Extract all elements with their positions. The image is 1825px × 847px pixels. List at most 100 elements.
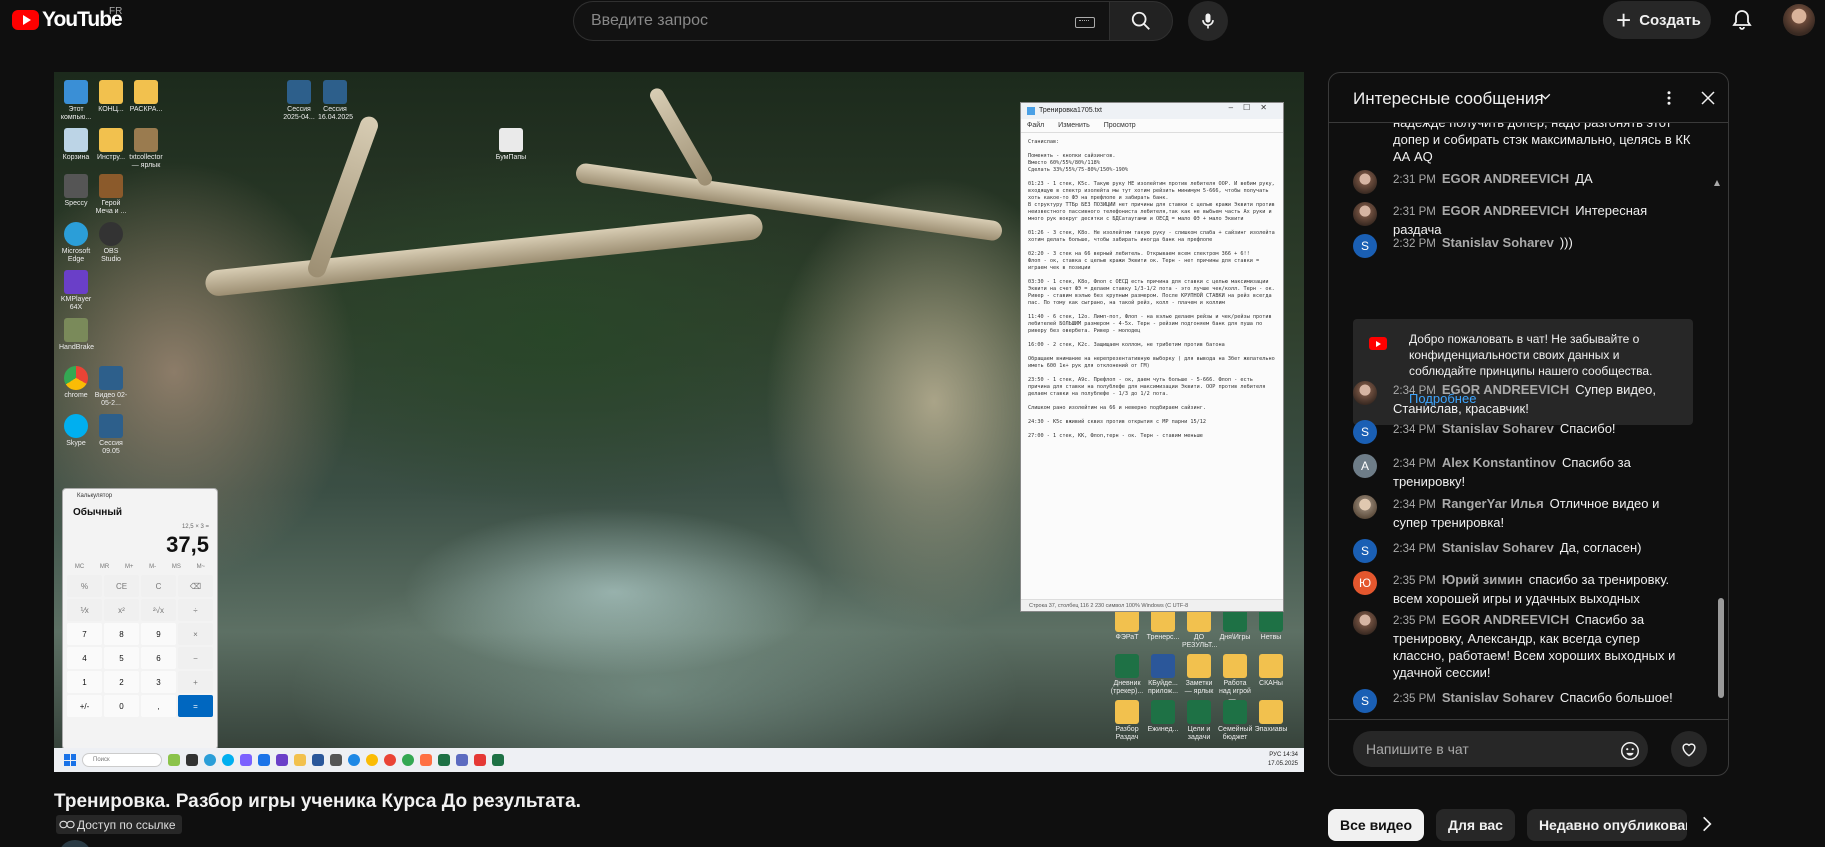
chip-for-you[interactable]: Для вас — [1436, 809, 1515, 841]
memory-key[interactable]: M~ — [197, 564, 206, 570]
desktop-icon[interactable]: Ежинед... — [1146, 700, 1180, 734]
emoji-icon[interactable] — [1619, 740, 1641, 762]
message-author[interactable]: Stanislav Soharev — [1442, 235, 1554, 250]
taskbar-app-icon[interactable] — [402, 754, 414, 766]
heart-button[interactable] — [1671, 731, 1707, 767]
calculator-key[interactable]: , — [141, 695, 176, 717]
calculator-key[interactable]: 6 — [141, 647, 176, 669]
message-author[interactable]: Stanislav Soharev — [1442, 540, 1554, 555]
calculator-key[interactable]: ²√x — [141, 599, 176, 621]
chevron-down-icon[interactable] — [1539, 90, 1552, 103]
calculator-key[interactable]: 1 — [67, 671, 102, 693]
calculator-equals-key[interactable]: = — [178, 695, 213, 717]
calculator-key[interactable]: ⌫ — [178, 575, 213, 597]
desktop-icon[interactable]: Skype — [59, 414, 93, 448]
channel-avatar[interactable] — [58, 840, 92, 847]
desktop-icon[interactable]: Корзина — [59, 128, 93, 162]
desktop-icon[interactable]: Сессия 2025-04... — [282, 80, 316, 122]
desktop-icon[interactable]: Заметки — ярлык — [1182, 654, 1216, 696]
taskbar-app-icon[interactable] — [420, 754, 432, 766]
menu-view[interactable]: Просмотр — [1104, 122, 1136, 129]
calculator-key[interactable]: 7 — [67, 623, 102, 645]
calculator-key[interactable]: 5 — [104, 647, 139, 669]
calculator-key[interactable]: 0 — [104, 695, 139, 717]
message-author[interactable]: Юрий зимин — [1442, 572, 1523, 587]
youtube-logo[interactable]: YouTube — [12, 8, 123, 32]
taskbar-lang[interactable]: РУС — [1269, 752, 1281, 758]
keyboard-icon[interactable] — [1075, 17, 1095, 28]
desktop-icon[interactable]: KMPlayer 64X — [59, 270, 93, 312]
avatar[interactable]: S — [1353, 420, 1377, 444]
desktop-icon[interactable]: БумПапы — [494, 128, 528, 162]
windows-start-icon[interactable] — [64, 754, 76, 766]
desktop-icon[interactable]: Эпахиавы — [1254, 700, 1288, 734]
taskbar-clock[interactable]: РУС 14:34 17.05.2025 — [1268, 751, 1298, 769]
desktop-icon[interactable]: СКАНы — [1254, 654, 1288, 688]
taskbar-app-icon[interactable] — [330, 754, 342, 766]
desktop-icon[interactable]: Герой Меча и ... — [94, 174, 128, 216]
memory-key[interactable]: M+ — [125, 564, 134, 570]
taskbar-app-icon[interactable] — [258, 754, 270, 766]
desktop-icon[interactable]: Microsoft Edge — [59, 222, 93, 264]
calculator-key[interactable]: − — [178, 647, 213, 669]
chip-recently-uploaded[interactable]: Недавно опубликованные — [1526, 809, 1687, 841]
search-input[interactable] — [591, 12, 1071, 30]
notepad-window[interactable]: Тренировка1705.txt –☐✕ Файл Изменить Про… — [1020, 102, 1284, 612]
message-author[interactable]: RangerYar Илья — [1442, 496, 1544, 511]
voice-search-button[interactable] — [1188, 1, 1228, 41]
message-author[interactable]: EGOR ANDREEVICH — [1442, 171, 1569, 186]
calculator-key[interactable]: 3 — [141, 671, 176, 693]
close-icon[interactable] — [1699, 89, 1717, 107]
calculator-key[interactable]: +/- — [67, 695, 102, 717]
taskbar-app-icon[interactable] — [474, 754, 486, 766]
chat-input[interactable] — [1366, 741, 1606, 757]
menu-edit[interactable]: Изменить — [1058, 122, 1090, 129]
taskbar-app-icon[interactable] — [222, 754, 234, 766]
desktop-icon[interactable]: Работа над игрой —... — [1218, 654, 1252, 704]
avatar[interactable] — [1353, 495, 1377, 519]
desktop-icon[interactable]: Дневник (трекер)... — [1110, 654, 1144, 696]
calculator-key[interactable]: x² — [104, 599, 139, 621]
calculator-key[interactable]: ⅟x — [67, 599, 102, 621]
taskbar-app-icon[interactable] — [366, 754, 378, 766]
desktop-icon[interactable]: Цели и задачи — [1182, 700, 1216, 742]
desktop-icon[interactable]: ФЭРаТ — [1110, 608, 1144, 642]
message-author[interactable]: EGOR ANDREEVICH — [1442, 382, 1569, 397]
notepad-text[interactable]: Станислав: Поменять - кнопки сайзингов. … — [1021, 133, 1283, 598]
create-button[interactable]: + Создать — [1603, 1, 1711, 39]
more-options-icon[interactable] — [1660, 89, 1678, 107]
taskbar-app-icon[interactable] — [312, 754, 324, 766]
account-avatar[interactable] — [1783, 4, 1815, 36]
scroll-up-icon[interactable] — [1714, 180, 1720, 186]
avatar[interactable]: A — [1353, 454, 1377, 478]
memory-key[interactable]: MC — [75, 564, 84, 570]
taskbar-app-icon[interactable] — [240, 754, 252, 766]
video-player[interactable]: Этот компью... КОНЦ... РАСКРА... Корзина… — [54, 72, 1304, 772]
desktop-icon[interactable]: КОНЦ... — [94, 80, 128, 114]
window-controls[interactable]: –☐✕ — [1229, 103, 1277, 112]
avatar[interactable]: S — [1353, 234, 1377, 258]
memory-key[interactable]: M- — [149, 564, 156, 570]
desktop-icon[interactable]: Тренерс... — [1146, 608, 1180, 642]
desktop-icon[interactable]: Сессия 16.04.2025 — [318, 80, 353, 122]
chip-all-videos[interactable]: Все видео — [1328, 809, 1425, 841]
taskbar-app-icon[interactable] — [204, 754, 216, 766]
desktop-icon[interactable]: chrome — [59, 366, 93, 400]
memory-key[interactable]: MR — [100, 564, 109, 570]
desktop-icon[interactable]: Этот компью... — [59, 80, 93, 122]
message-author[interactable]: EGOR ANDREEVICH — [1442, 612, 1569, 627]
desktop-icon[interactable]: Нетвы — [1254, 608, 1288, 642]
desktop-icon[interactable]: OBS Studio — [94, 222, 128, 264]
calculator-key[interactable]: 8 — [104, 623, 139, 645]
calculator-key[interactable]: CE — [104, 575, 139, 597]
calculator-window[interactable]: Калькулятор Обычный 12,5 × 3 = 37,5 MC M… — [62, 488, 218, 750]
chat-title[interactable]: Интересные сообщения — [1353, 89, 1544, 109]
avatar[interactable]: Ю — [1353, 571, 1377, 595]
desktop-icon[interactable]: txtcollector — ярлык — [129, 128, 163, 170]
taskbar-app-icon[interactable] — [294, 754, 306, 766]
avatar[interactable] — [1353, 611, 1377, 635]
taskbar-app-icon[interactable] — [168, 754, 180, 766]
avatar[interactable] — [1353, 170, 1377, 194]
desktop-icon[interactable]: Видео 02-05-2... — [94, 366, 128, 408]
menu-file[interactable]: Файл — [1027, 122, 1044, 129]
